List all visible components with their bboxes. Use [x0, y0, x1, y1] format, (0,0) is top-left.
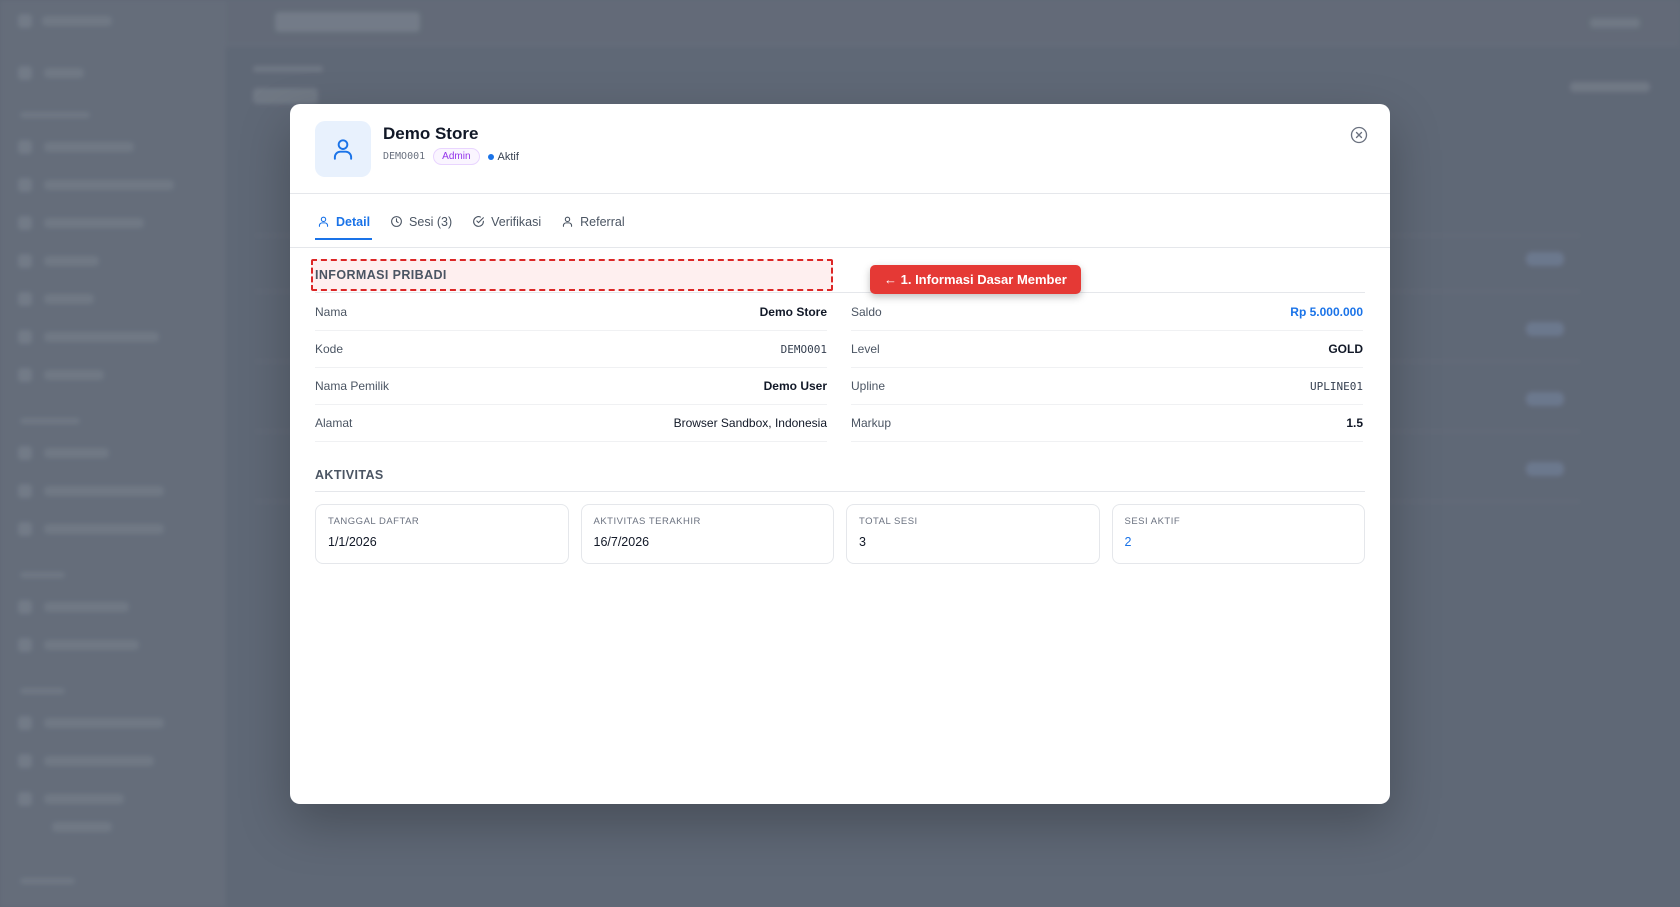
status-label: Aktif: [497, 150, 519, 163]
tab-detail[interactable]: Detail: [315, 195, 373, 248]
member-name-title: Demo Store: [383, 124, 479, 143]
info-row-nama: Nama Demo Store: [315, 294, 827, 331]
tab-bar: Detail Sesi (3) Verifikasi Referral: [290, 195, 1390, 248]
check-circle-icon: [473, 216, 485, 227]
detail-content: INFORMASI PRIBADI ← 1. Informasi Dasar M…: [311, 256, 1365, 564]
info-row-alamat: Alamat Browser Sandbox, Indonesia: [315, 405, 827, 442]
activity-card-total-sesi: TOTAL SESI 3: [846, 504, 1100, 564]
personal-info-left: Nama Demo Store Kode DEMO001 Nama Pemili…: [315, 294, 827, 442]
tab-sesi[interactable]: Sesi (3): [388, 195, 454, 248]
user-icon: [333, 139, 353, 160]
activity-card-tanggal-daftar: TANGGAL DAFTAR 1/1/2026: [315, 504, 569, 564]
info-row-upline: Upline UPLINE01: [851, 368, 1363, 405]
activity-cards: TANGGAL DAFTAR 1/1/2026 AKTIVITAS TERAKH…: [315, 504, 1365, 564]
status-badge: Aktif: [487, 150, 519, 163]
clock-icon: [391, 216, 402, 227]
role-badge: Admin: [433, 148, 480, 165]
user-icon: [318, 216, 329, 227]
annotation-callout: ← 1. Informasi Dasar Member: [870, 265, 1081, 294]
tab-verifikasi[interactable]: Verifikasi: [470, 195, 543, 248]
tab-label: Sesi (3): [409, 214, 453, 229]
activity-card-aktivitas-terakhir: AKTIVITAS TERAKHIR 16/7/2026: [580, 504, 834, 564]
tab-label: Detail: [336, 214, 371, 229]
activity-title: AKTIVITAS: [315, 468, 1365, 492]
activity-card-sesi-aktif: SESI AKTIF 2: [1111, 504, 1365, 564]
info-row-level: Level GOLD: [851, 331, 1363, 368]
user-icon: [563, 216, 573, 227]
info-row-nama-pemilik: Nama Pemilik Demo User: [315, 368, 827, 405]
personal-info-title: INFORMASI PRIBADI: [315, 268, 447, 282]
personal-info-grid: Nama Demo Store Kode DEMO001 Nama Pemili…: [315, 294, 1365, 442]
info-row-saldo: Saldo Rp 5.000.000: [851, 294, 1363, 331]
tab-label: Verifikasi: [491, 214, 542, 229]
personal-info-header: INFORMASI PRIBADI ← 1. Informasi Dasar M…: [311, 256, 1365, 294]
tab-referral[interactable]: Referral: [559, 195, 626, 248]
modal-header: Demo Store DEMO001 Admin Aktif: [290, 104, 1390, 194]
info-row-kode: Kode DEMO001: [315, 331, 827, 368]
member-code: DEMO001: [383, 151, 426, 162]
member-detail-modal: Demo Store DEMO001 Admin Aktif Detail Se…: [290, 104, 1390, 804]
close-button[interactable]: [1348, 124, 1370, 146]
avatar: [315, 121, 371, 177]
tab-label: Referral: [580, 214, 625, 229]
personal-info-right: Saldo Rp 5.000.000 Level GOLD Upline UPL…: [851, 294, 1363, 442]
member-meta: DEMO001 Admin Aktif: [383, 148, 519, 165]
status-dot-icon: [487, 153, 494, 160]
close-circle-icon: [1350, 126, 1368, 144]
info-row-markup: Markup 1.5: [851, 405, 1363, 442]
